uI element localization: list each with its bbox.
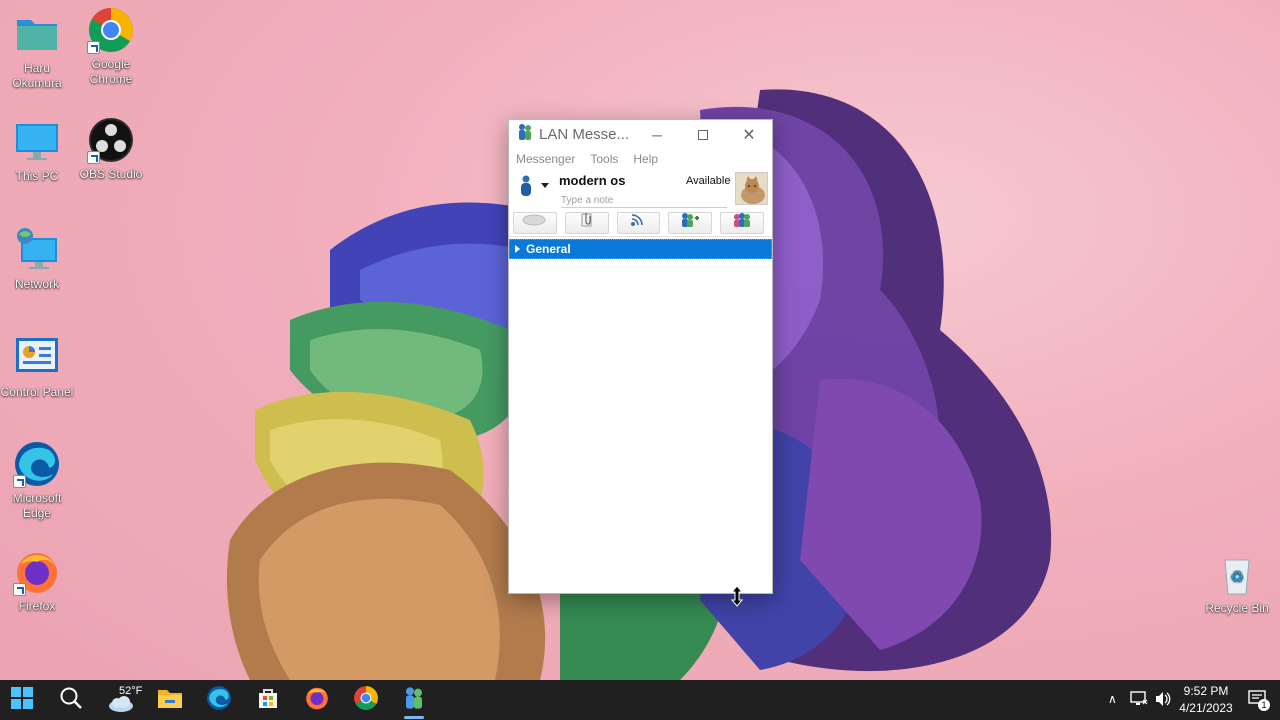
lan-messenger-icon [517, 123, 533, 146]
contact-group-general[interactable]: General [509, 239, 772, 259]
broadcast-button[interactable] [616, 211, 661, 234]
title-bar[interactable]: LAN Messe... ─ ✕ [509, 120, 772, 149]
shortcut-arrow-icon [87, 151, 100, 164]
clock-time: 9:52 PM [1183, 684, 1229, 698]
desktop-icon-firefox[interactable]: Firefox [0, 548, 74, 614]
status-user-icon[interactable] [519, 175, 533, 202]
maximize-icon [698, 129, 708, 140]
window-title: LAN Messe... [539, 126, 630, 143]
notification-button[interactable]: 1 [1248, 690, 1270, 711]
desktop-icon-this-pc[interactable]: This PC [0, 118, 74, 184]
close-icon: ✕ [742, 126, 756, 144]
menu-tools[interactable]: Tools [590, 152, 618, 166]
obs-icon [87, 116, 135, 164]
menu-help[interactable]: Help [633, 152, 658, 166]
monitor-icon [13, 118, 61, 166]
notification-count: 1 [1258, 699, 1270, 711]
taskbar-edge[interactable] [197, 680, 241, 720]
system-clock[interactable]: 9:52 PM 4/21/2023 [1170, 683, 1242, 717]
shortcut-arrow-icon [13, 583, 26, 596]
add-user-icon [680, 212, 700, 233]
paperclip-icon [580, 212, 594, 233]
desktop-icon-recycle-bin[interactable]: ♻ Recycle Bin [1200, 550, 1274, 616]
chrome-icon [353, 685, 379, 716]
network-icon [13, 226, 61, 274]
firefox-icon [13, 548, 61, 596]
edge-icon [206, 685, 232, 716]
file-transfer-button[interactable] [564, 211, 609, 234]
user-status[interactable]: Available [686, 175, 730, 187]
status-dropdown-icon[interactable] [541, 183, 549, 188]
expand-arrow-icon[interactable] [515, 245, 520, 253]
chrome-icon [87, 6, 135, 54]
user-name: modern os [559, 173, 626, 188]
edge-icon [13, 440, 61, 488]
minimize-icon: ─ [652, 126, 662, 143]
cloud-icon [107, 695, 135, 718]
add-contact-button[interactable] [668, 211, 713, 234]
start-button[interactable] [0, 680, 44, 720]
note-input[interactable] [561, 194, 727, 208]
resize-cursor-icon [730, 585, 744, 612]
tray-chevron-icon[interactable]: ∧ [1108, 692, 1117, 706]
taskbar-store[interactable] [246, 680, 290, 720]
lan-messenger-icon [403, 686, 425, 715]
taskbar: 52°F ∧ 9:52 PM 4/21/2023 1 [0, 680, 1280, 720]
taskbar-lan-messenger[interactable] [392, 680, 436, 720]
search-button[interactable] [49, 680, 93, 720]
shortcut-arrow-icon [87, 41, 100, 54]
group-label: General [526, 242, 571, 256]
network-status-icon[interactable] [1130, 691, 1148, 712]
profile-panel: modern os Available [509, 169, 772, 209]
lan-messenger-window[interactable]: LAN Messe... ─ ✕ Messenger Tools Help mo… [508, 119, 773, 594]
svg-text:♻: ♻ [1230, 567, 1244, 586]
menu-bar: Messenger Tools Help [509, 149, 772, 169]
recycle-bin-icon: ♻ [1213, 550, 1261, 598]
desktop-icon-network[interactable]: Network [0, 226, 74, 292]
taskbar-chrome[interactable] [344, 680, 388, 720]
menu-messenger[interactable]: Messenger [516, 152, 575, 166]
windows-logo-icon [11, 686, 33, 714]
desktop-icon-control-panel[interactable]: Control Panel [0, 334, 74, 400]
desktop-icon-microsoft-edge[interactable]: Microsoft Edge [0, 440, 74, 521]
taskbar-file-explorer[interactable] [148, 680, 192, 720]
search-icon [59, 686, 83, 715]
desktop-icon-haru-okumura[interactable]: Haru Okumura [0, 10, 74, 91]
toolbar [509, 209, 772, 237]
broadcast-icon [630, 213, 646, 232]
maximize-button[interactable] [680, 120, 726, 149]
active-app-indicator [404, 716, 424, 719]
desktop-icon-obs-studio[interactable]: OBS Studio [74, 116, 148, 182]
minimize-button[interactable]: ─ [634, 120, 680, 149]
file-explorer-icon [157, 687, 183, 714]
chat-button[interactable] [513, 211, 557, 234]
store-icon [256, 686, 280, 715]
avatar[interactable] [735, 172, 768, 205]
control-panel-icon [13, 334, 61, 382]
clock-date: 4/21/2023 [1179, 701, 1233, 715]
close-button[interactable]: ✕ [726, 120, 772, 149]
firefox-icon [304, 685, 330, 716]
shortcut-arrow-icon [13, 475, 26, 488]
folder-icon [13, 10, 61, 58]
desktop-icon-google-chrome[interactable]: Google Chrome [74, 6, 148, 87]
group-users-icon [732, 212, 752, 233]
taskbar-firefox[interactable] [295, 680, 339, 720]
weather-temperature: 52°F [119, 685, 143, 697]
group-button[interactable] [720, 211, 764, 234]
chat-bubble-icon [522, 213, 548, 232]
